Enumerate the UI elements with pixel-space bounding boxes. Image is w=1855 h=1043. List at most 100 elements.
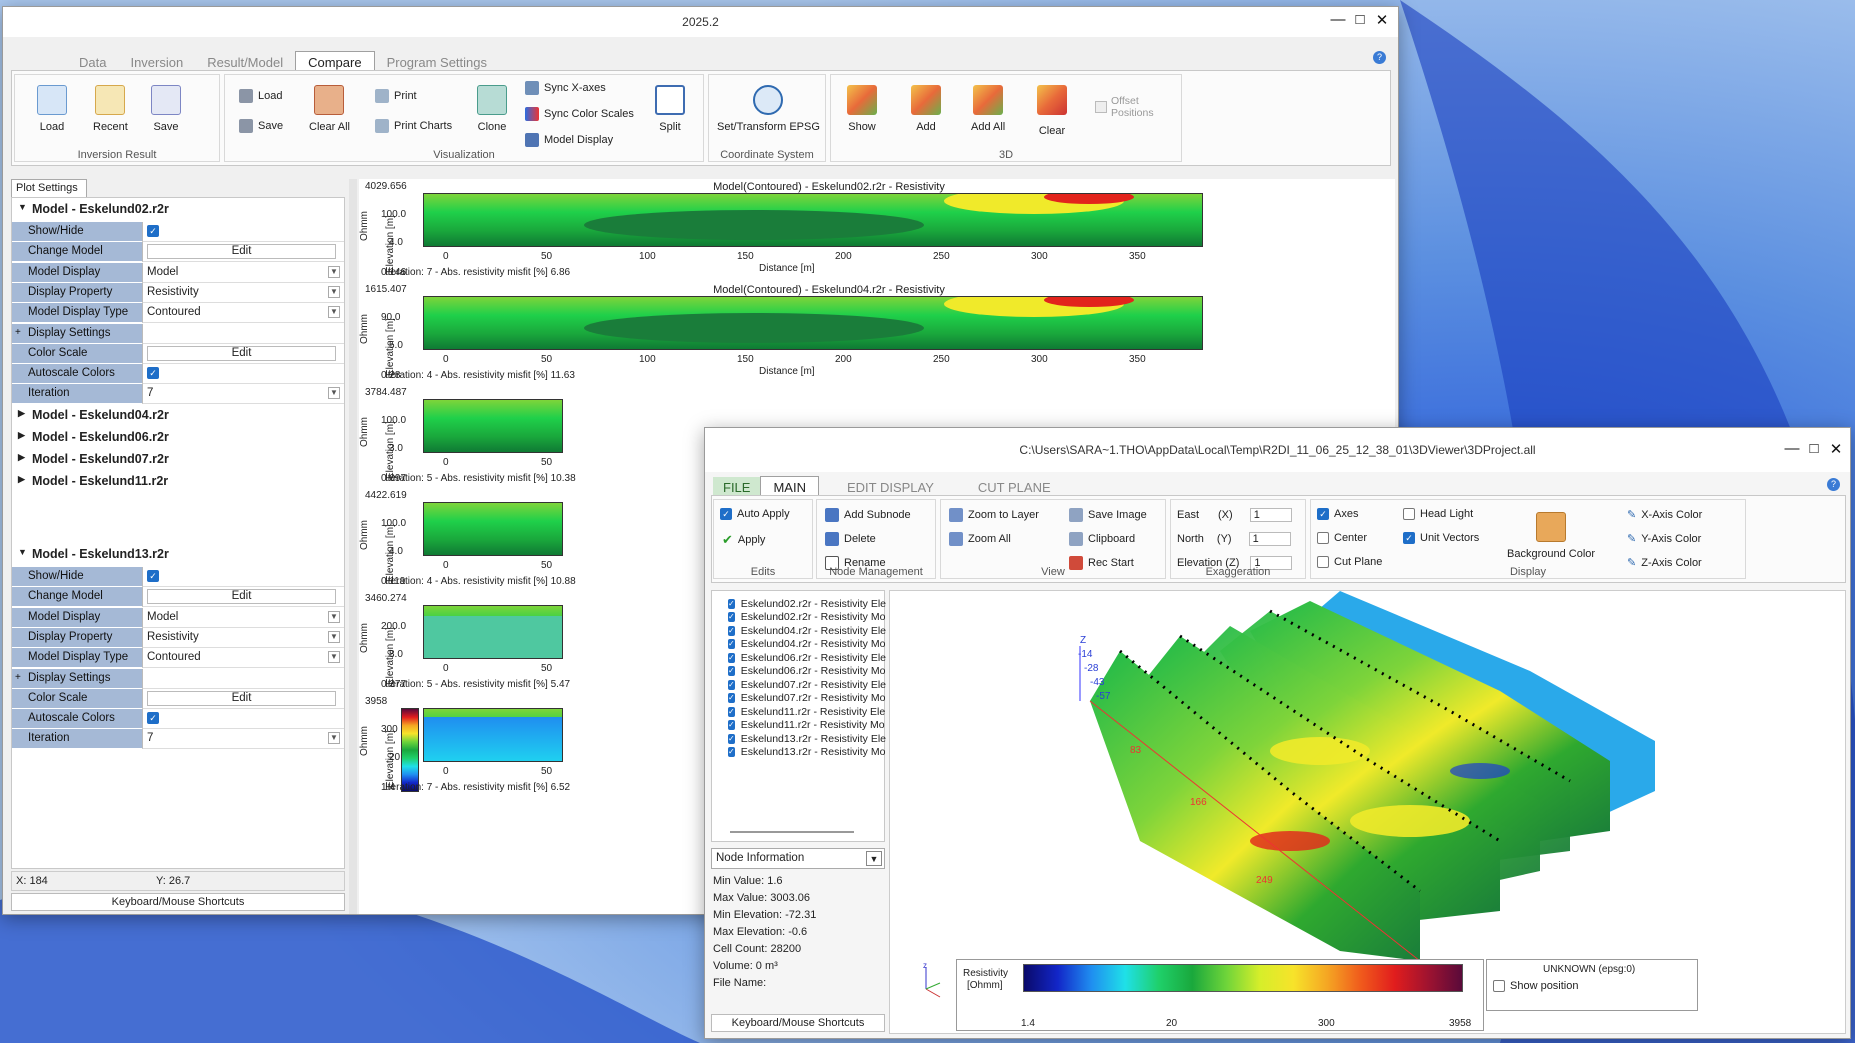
close-icon[interactable]: ✕	[1828, 440, 1844, 458]
clone-button[interactable]: Clone	[477, 85, 507, 133]
delete-button[interactable]: Delete	[825, 532, 876, 546]
property-value-cell[interactable]: Edit	[142, 688, 344, 709]
y-axis-color-button[interactable]: ✎ Y-Axis Color	[1627, 532, 1701, 546]
sync-x-axes-button[interactable]: Sync X-axes	[525, 81, 606, 95]
help-icon[interactable]: ?	[1827, 478, 1840, 491]
add-subnode-button[interactable]: Add Subnode	[825, 508, 911, 522]
tree-item[interactable]: ✓ Eskelund11.r2r - Resistivity Mo	[728, 719, 885, 733]
model-display-button[interactable]: Model Display	[525, 133, 613, 147]
tree-item[interactable]: ✓ Eskelund07.r2r - Resistivity Ele	[728, 678, 886, 692]
property-value-cell[interactable]: 7 ▼	[142, 729, 344, 750]
checkbox-checked-icon[interactable]: ✓	[728, 679, 735, 690]
shortcuts-button[interactable]: Keyboard/Mouse Shortcuts	[11, 893, 345, 911]
minimize-icon[interactable]: —	[1330, 11, 1346, 29]
chevron-down-icon[interactable]: ▼	[328, 265, 340, 278]
checkbox-checked-icon[interactable]: ✓	[147, 712, 159, 725]
property-value-cell[interactable]: Contoured ▼	[142, 648, 344, 669]
checkbox-checked-icon[interactable]: ✓	[147, 570, 159, 582]
axes-checkbox[interactable]: ✓ Axes	[1317, 508, 1358, 520]
load-button[interactable]: Load	[37, 85, 67, 133]
plot-1[interactable]: 4029.656 100.0 4.0 0.146 Ohmm Elevation [m] Mo…	[359, 179, 1395, 282]
property-row[interactable]: Show/Hide ✓	[12, 567, 344, 587]
tree-item[interactable]: ✓ Eskelund07.r2r - Resistivity Mo	[728, 692, 885, 706]
save-image-button[interactable]: Save Image	[1069, 508, 1147, 522]
checkbox-checked-icon[interactable]: ✓	[728, 666, 735, 677]
model-header-eskelund02[interactable]: ▼ Model - Eskelund02.r2r	[12, 198, 344, 220]
tree-scrollbar[interactable]	[730, 831, 854, 833]
chevron-down-icon[interactable]: ▼	[328, 387, 340, 400]
tree-item[interactable]: ✓ Eskelund02.r2r - Resistivity Ele	[728, 597, 886, 611]
background-color-button[interactable]: Background Color	[1507, 512, 1595, 560]
property-row[interactable]: Model Display Model ▼	[12, 607, 344, 628]
model-header-eskelund13[interactable]: ▼ Model - Eskelund13.r2r	[12, 543, 344, 565]
chevron-down-icon[interactable]: ▼	[328, 651, 340, 664]
unit-vectors-checkbox[interactable]: ✓ Unit Vectors	[1403, 532, 1479, 544]
tree-item[interactable]: ✓ Eskelund04.r2r - Resistivity Mo	[728, 638, 885, 652]
help-icon[interactable]: ?	[1373, 51, 1386, 64]
sync-color-scales-button[interactable]: Sync Color Scales	[525, 107, 634, 121]
checkbox-checked-icon[interactable]: ✓	[728, 747, 735, 758]
clipboard-button[interactable]: Clipboard	[1069, 532, 1135, 546]
save-button[interactable]: Save	[151, 85, 181, 133]
model-header-collapsed[interactable]: ▶ Model - Eskelund07.r2r	[12, 448, 344, 470]
property-row[interactable]: Display Property Resistivity ▼	[12, 282, 344, 303]
property-value-cell[interactable]: Resistivity ▼	[142, 282, 344, 303]
tree-item[interactable]: ✓ Eskelund13.r2r - Resistivity Mo	[728, 746, 885, 760]
clear-all-button[interactable]: Clear All	[309, 85, 350, 133]
checkbox-checked-icon[interactable]: ✓	[728, 693, 735, 704]
clear-3d-button[interactable]: Clear	[1037, 85, 1067, 137]
checkbox-checked-icon[interactable]: ✓	[728, 625, 735, 636]
property-row[interactable]: Change Model Edit	[12, 587, 344, 608]
property-row[interactable]: Autoscale Colors ✓	[12, 709, 344, 730]
east-input[interactable]: 1	[1249, 508, 1292, 522]
property-row[interactable]: Change Model Edit	[12, 242, 344, 263]
chevron-down-icon[interactable]: ▼	[328, 306, 340, 319]
edit-button[interactable]: Edit	[147, 244, 336, 260]
x-axis-color-button[interactable]: ✎ X-Axis Color	[1627, 508, 1702, 522]
center-checkbox[interactable]: Center	[1317, 532, 1367, 544]
property-row[interactable]: Model Display Type Contoured ▼	[12, 303, 344, 324]
tree-item[interactable]: ✓ Eskelund06.r2r - Resistivity Mo	[728, 665, 885, 679]
checkbox-checked-icon[interactable]: ✓	[728, 598, 735, 609]
property-value-cell[interactable]: Edit	[142, 587, 344, 608]
viz-load-button[interactable]: Load	[239, 89, 282, 103]
checkbox-checked-icon[interactable]: ✓	[728, 720, 735, 731]
property-value-cell[interactable]: Model ▼	[142, 607, 344, 628]
edit-button[interactable]: Edit	[147, 345, 336, 361]
print-charts-button[interactable]: Print Charts	[375, 119, 452, 133]
show-3d-button[interactable]: Show	[847, 85, 877, 133]
property-value-cell[interactable]: Resistivity ▼	[142, 627, 344, 648]
property-value-cell[interactable]	[142, 323, 344, 344]
property-row[interactable]: Display Property Resistivity ▼	[12, 627, 344, 648]
print-button[interactable]: Print	[375, 89, 417, 103]
property-value-cell[interactable]: ✓	[142, 364, 344, 385]
model-header-collapsed[interactable]: ▶ Model - Eskelund06.r2r	[12, 426, 344, 448]
tree-item[interactable]: ✓ Eskelund11.r2r - Resistivity Ele	[728, 705, 885, 719]
property-row[interactable]: + Display Settings	[12, 668, 344, 689]
add-3d-button[interactable]: Add	[911, 85, 941, 133]
minimize-icon[interactable]: —	[1784, 440, 1800, 458]
chevron-down-icon[interactable]: ▼	[328, 630, 340, 643]
zoom-to-layer-button[interactable]: Zoom to Layer	[949, 508, 1039, 522]
edit-button[interactable]: Edit	[147, 589, 336, 605]
checkbox-checked-icon[interactable]: ✓	[147, 367, 159, 380]
property-row[interactable]: Show/Hide ✓	[12, 222, 344, 242]
set-transform-epsg-button[interactable]: Set/Transform EPSG	[717, 85, 820, 133]
tree-item[interactable]: ✓ Eskelund13.r2r - Resistivity Ele	[728, 732, 886, 746]
head-light-checkbox[interactable]: Head Light	[1403, 508, 1473, 520]
show-position-checkbox[interactable]: Show position	[1493, 980, 1579, 992]
3d-viewport[interactable]: Z -14 -28 -43 -57 83 166 249 z Resistivi…	[889, 590, 1846, 1034]
zoom-all-button[interactable]: Zoom All	[949, 532, 1011, 546]
property-row[interactable]: Model Display Type Contoured ▼	[12, 648, 344, 669]
property-value-cell[interactable]: Contoured ▼	[142, 303, 344, 324]
node-info-dropdown[interactable]: Node Information ▼	[711, 848, 885, 869]
property-row[interactable]: Autoscale Colors ✓	[12, 364, 344, 385]
model-header-collapsed[interactable]: ▶ Model - Eskelund04.r2r	[12, 404, 344, 426]
property-row[interactable]: Color Scale Edit	[12, 343, 344, 364]
checkbox-checked-icon[interactable]: ✓	[728, 612, 735, 623]
edit-button[interactable]: Edit	[147, 690, 336, 706]
property-value-cell[interactable]: 7 ▼	[142, 384, 344, 405]
tree-item[interactable]: ✓ Eskelund06.r2r - Resistivity Ele	[728, 651, 886, 665]
tree-item[interactable]: ✓ Eskelund04.r2r - Resistivity Ele	[728, 624, 886, 638]
plot-2[interactable]: 1615.407 90.0 5.0 0.28 Ohmm Elevation [m] Mode…	[359, 282, 1395, 385]
